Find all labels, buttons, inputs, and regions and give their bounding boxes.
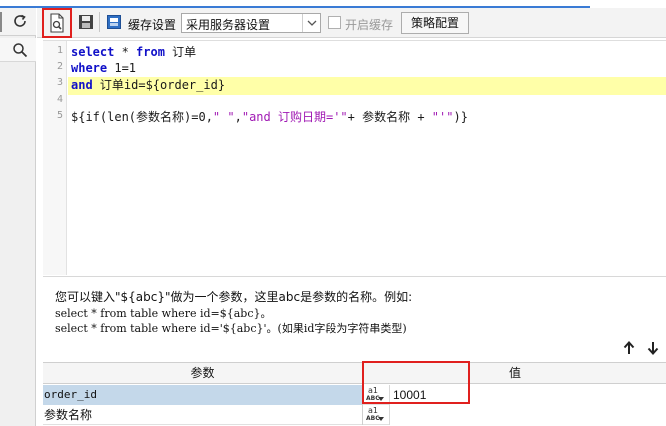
param-value-input[interactable] xyxy=(393,406,663,424)
left-pane-toolbar xyxy=(0,8,36,36)
toolbar-separator xyxy=(99,12,100,32)
preview-icon xyxy=(50,13,64,33)
table-header: 参数 值 xyxy=(43,363,666,384)
value-type-icon[interactable]: a1 ABC xyxy=(365,386,385,404)
help-example: select * from table where id='${abc}'。(如… xyxy=(55,322,407,335)
move-down-icon[interactable] xyxy=(647,341,659,355)
move-up-icon[interactable] xyxy=(623,341,635,355)
code-line[interactable]: ${if(len(参数名称)=0," ","and 订购日期='"+ 参数名称 … xyxy=(71,109,468,125)
value-type-icon[interactable]: a1 ABC xyxy=(365,406,385,424)
parameter-help-panel: 您可以键入"${abc}"做为一个参数，这里abc是参数的名称。例如: sele… xyxy=(43,276,666,360)
save-icon xyxy=(79,15,93,29)
param-value-cell[interactable] xyxy=(389,385,666,405)
column-header-value[interactable]: 值 xyxy=(364,363,666,384)
preview-button[interactable] xyxy=(42,8,72,38)
parameters-table: 参数 值 order_id a1 ABC 参数名称 a1 ABC xyxy=(43,361,666,426)
cache-settings-label: 缓存设置 xyxy=(128,18,177,32)
line-number: 3 xyxy=(56,77,63,88)
left-pane-search xyxy=(0,38,36,62)
help-text: 您可以键入"${abc}"做为一个参数，这里abc是参数的名称。例如: xyxy=(55,290,413,304)
help-example: select * from table where id=${abc}。 xyxy=(55,307,272,320)
sql-keyword: from xyxy=(136,45,165,59)
code-text: ${if(len(参数名称)=0, xyxy=(71,110,213,124)
code-text: + 参数名称 + xyxy=(347,110,432,124)
type-icon-glyph: a1 xyxy=(368,406,378,415)
code-text: )} xyxy=(453,110,468,124)
code-text: 1=1 xyxy=(107,61,137,75)
sql-keyword: select xyxy=(71,45,115,59)
cache-mode-select[interactable]: 采用服务器设置 xyxy=(181,13,321,33)
sql-editor[interactable]: 1 2 3 4 5 select * from 订单 where 1=1 and… xyxy=(43,40,666,275)
line-number-gutter: 1 2 3 4 5 xyxy=(43,41,67,275)
line-number: 2 xyxy=(56,61,63,72)
param-name: order_id xyxy=(43,385,363,405)
line-number: 4 xyxy=(56,94,63,105)
code-text: , xyxy=(234,110,242,124)
search-icon[interactable] xyxy=(12,42,28,58)
save-button[interactable] xyxy=(75,11,97,33)
code-line[interactable]: select * from 订单 xyxy=(71,44,196,60)
param-value-input[interactable] xyxy=(393,386,663,404)
cache-icon xyxy=(107,15,121,29)
sql-keyword: and xyxy=(71,78,93,92)
param-name: 参数名称 xyxy=(43,405,363,425)
sql-keyword: where xyxy=(71,61,108,75)
string-literal: " " xyxy=(212,110,235,124)
line-number: 5 xyxy=(56,110,63,121)
string-literal: "and 订购日期='" xyxy=(241,110,348,124)
table-row[interactable]: 参数名称 a1 ABC xyxy=(43,405,666,425)
left-pane-divider xyxy=(0,12,2,32)
code-line[interactable]: where 1=1 xyxy=(71,60,136,76)
table-row[interactable]: order_id a1 ABC xyxy=(43,385,666,405)
code-text: 订单id=${order_id} xyxy=(92,78,226,92)
column-header-param[interactable]: 参数 xyxy=(43,363,363,384)
line-number: 1 xyxy=(56,45,63,56)
chevron-down-icon xyxy=(378,397,384,401)
sql-toolbar: 缓存设置 采用服务器设置 开启缓存 策略配置 xyxy=(37,8,666,38)
string-literal: "'" xyxy=(431,110,454,124)
code-text: 订单 xyxy=(164,45,197,59)
left-pane xyxy=(0,8,36,426)
code-line[interactable]: and 订单id=${order_id} xyxy=(71,77,225,93)
window-top-strip xyxy=(0,0,666,8)
type-icon-glyph: a1 xyxy=(368,386,378,395)
code-text: * xyxy=(114,45,137,59)
chevron-down-icon xyxy=(378,417,384,421)
chevron-down-icon[interactable] xyxy=(302,14,320,32)
refresh-icon[interactable] xyxy=(12,13,28,29)
cache-mode-value: 采用服务器设置 xyxy=(186,18,271,32)
policy-config-button[interactable]: 策略配置 xyxy=(401,12,469,34)
enable-cache-checkbox[interactable] xyxy=(328,16,341,29)
enable-cache-label: 开启缓存 xyxy=(345,18,394,32)
param-value-cell[interactable] xyxy=(389,405,666,425)
